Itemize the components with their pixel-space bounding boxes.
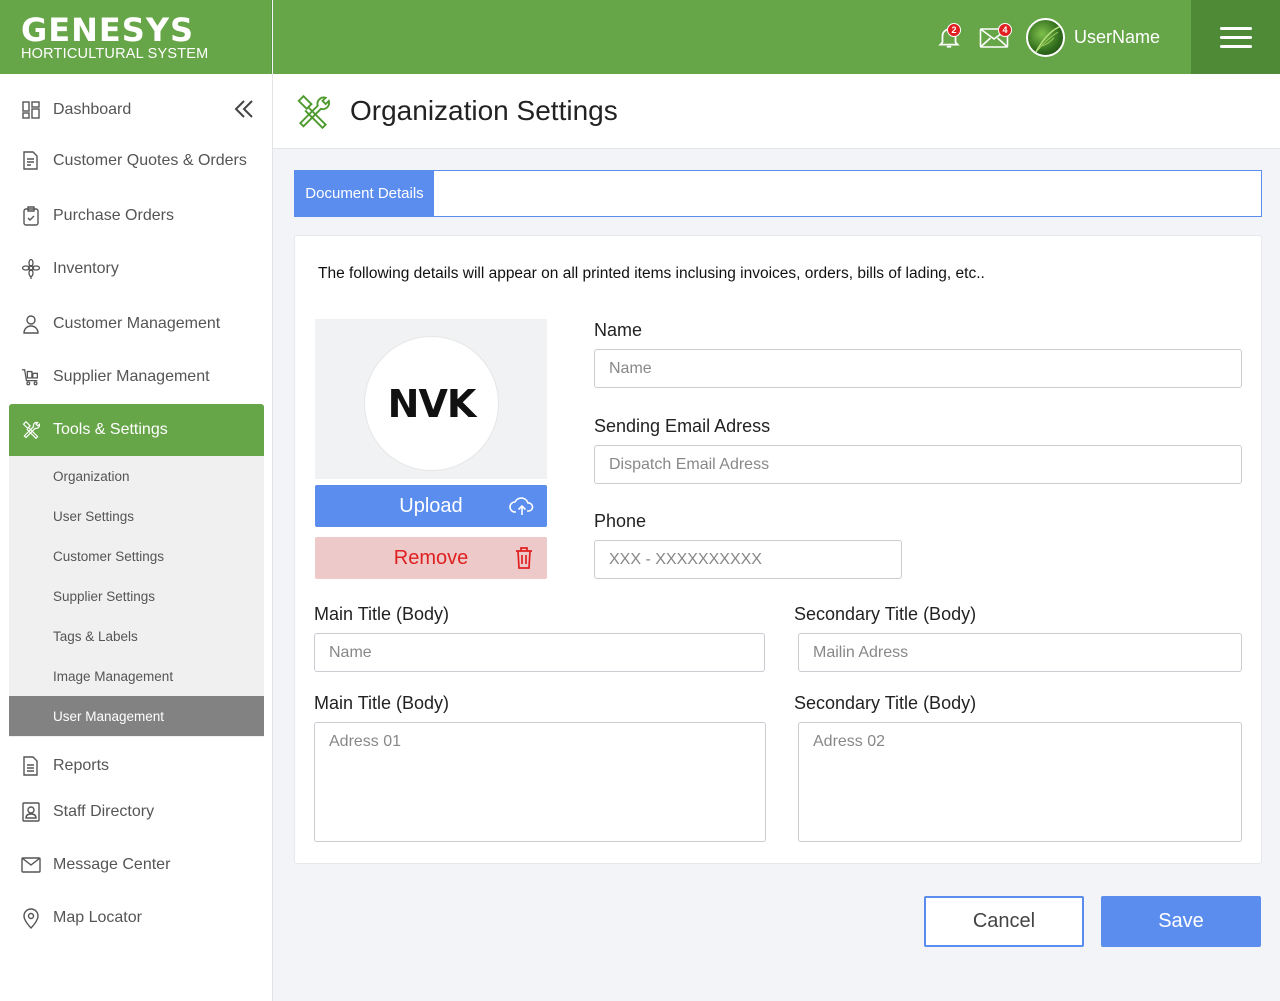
upload-label: Upload [399,494,463,517]
sidebar-item-customer-management[interactable]: Customer Management [9,298,264,350]
brand-logo[interactable]: GENESYS HORTICULTURAL SYSTEM [0,0,272,74]
logo-preview: NVK [315,319,547,479]
name-label: Name [594,320,643,340]
sidebar-item-label: Customer Management [53,315,221,332]
tab-bar: Document Details [294,170,1262,217]
document-edit-icon [21,151,41,171]
submenu-item-customer-settings[interactable]: Customer Settings [9,536,264,576]
main-title-input[interactable] [314,633,765,672]
remove-button[interactable]: Remove [315,537,547,579]
page-header: Organization Settings [273,74,1280,149]
sidebar-item-supplier-management[interactable]: Supplier Management [9,351,264,403]
phone-label: Phone [594,511,647,531]
sidebar-item-label: Map Locator [53,909,142,926]
sidebar-item-label: Inventory [53,260,119,277]
save-button[interactable]: Save [1101,896,1261,947]
cart-icon [21,367,41,387]
avatar[interactable] [1026,18,1065,57]
secondary-title-input[interactable] [798,633,1242,672]
email-input[interactable] [594,445,1242,484]
submenu-item-image-management[interactable]: Image Management [9,656,264,696]
submenu-item-supplier-settings[interactable]: Supplier Settings [9,576,264,616]
email-label: Sending Email Adress [594,416,771,436]
sidebar-item-customer-quotes[interactable]: Customer Quotes & Orders [9,135,264,187]
address-1-textarea[interactable] [314,722,766,842]
submenu-item-tags-labels[interactable]: Tags & Labels [9,616,264,656]
phone-input[interactable] [594,540,902,579]
messages-button[interactable]: 4 [979,23,1012,55]
sidebar-item-dashboard[interactable]: Dashboard [9,84,264,136]
sidebar-item-label: Customer Quotes & Orders [53,152,247,169]
sidebar-item-label: Staff Directory [53,803,155,820]
double-chevron-left-icon [234,100,253,118]
upload-button[interactable]: Upload [315,485,547,527]
sidebar-item-inventory[interactable]: Inventory [9,243,264,295]
map-pin-icon [21,908,41,929]
trash-icon [516,547,532,569]
sidebar-item-label: Reports [53,757,110,774]
contact-card-icon [21,802,41,822]
username[interactable]: UserName [1074,27,1160,48]
sidebar-item-label: Tools & Settings [53,421,168,438]
document-details-card: The following details will appear on all… [294,235,1262,864]
collapse-sidebar-button[interactable] [233,98,255,125]
organization-logo: NVK [387,381,477,426]
submenu-item-organization[interactable]: Organization [9,456,264,496]
main-title-label: Main Title (Body) [314,604,450,624]
page-title: Organization Settings [350,95,618,126]
tab-document-details[interactable]: Document Details [295,171,434,216]
secondary-title-label: Secondary Title (Body) [794,604,977,624]
sidebar-item-tools-settings[interactable]: Tools & Settings [9,404,264,456]
sidebar-item-label: Dashboard [53,101,132,118]
notifications-badge: 2 [947,23,961,37]
hamburger-icon [1219,21,1252,54]
notifications-button[interactable]: 2 [936,23,962,55]
sidebar-item-staff-directory[interactable]: Staff Directory [9,786,264,838]
secondary-title-2-label: Secondary Title (Body) [794,693,977,713]
sidebar-item-purchase-orders[interactable]: Purchase Orders [9,190,264,242]
menu-button[interactable] [1191,0,1280,74]
clipboard-check-icon [21,206,41,226]
sidebar-item-map-locator[interactable]: Map Locator [9,892,264,944]
sidebar-item-label: Message Center [53,856,171,873]
sidebar-item-label: Supplier Management [53,368,210,385]
main-title-2-label: Main Title (Body) [314,693,450,713]
brand-subtitle: HORTICULTURAL SYSTEM [21,46,209,62]
tools-icon [293,93,333,136]
tools-submenu: Organization User Settings Customer Sett… [9,456,264,737]
name-input[interactable] [594,349,1242,388]
submenu-item-user-settings[interactable]: User Settings [9,496,264,536]
report-icon [21,756,41,776]
cloud-upload-icon [509,497,534,515]
user-icon [21,314,41,334]
messages-badge: 4 [998,23,1012,37]
logo-circle: NVK [364,336,499,471]
sidebar-item-reports[interactable]: Reports [9,740,264,792]
tools-icon [21,420,41,440]
address-2-textarea[interactable] [798,722,1242,842]
remove-label: Remove [393,546,469,569]
cancel-button[interactable]: Cancel [924,896,1084,947]
dashboard-icon [21,100,41,120]
sidebar: Dashboard Customer Quotes & Orders Purch… [0,74,273,1001]
sidebar-item-message-center[interactable]: Message Center [9,839,264,891]
intro-text: The following details will appear on all… [318,265,985,282]
brand-name: GENESYS [21,11,195,49]
mail-icon [21,855,41,875]
flower-icon [21,259,41,279]
submenu-item-user-management[interactable]: User Management [9,696,264,736]
sidebar-item-label: Purchase Orders [53,207,174,224]
